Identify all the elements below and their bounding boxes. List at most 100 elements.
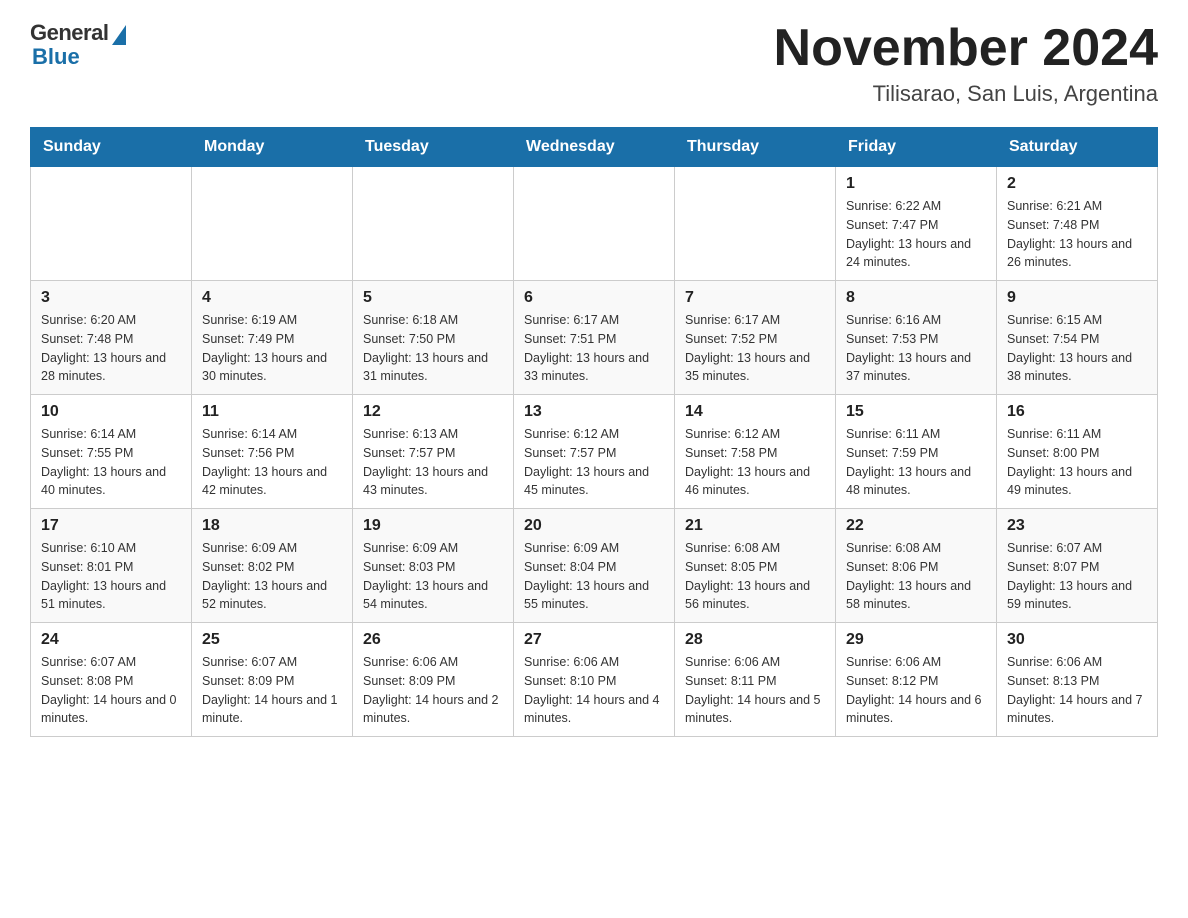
day-number: 3 xyxy=(41,289,181,307)
day-sun-info: Sunrise: 6:09 AMSunset: 8:04 PMDaylight:… xyxy=(524,539,664,614)
day-number: 20 xyxy=(524,517,664,535)
table-row: 23 Sunrise: 6:07 AMSunset: 8:07 PMDayligh… xyxy=(997,509,1158,623)
day-sun-info: Sunrise: 6:06 AMSunset: 8:10 PMDaylight:… xyxy=(524,653,664,728)
col-thursday: Thursday xyxy=(675,128,836,167)
day-number: 27 xyxy=(524,631,664,649)
day-number: 26 xyxy=(363,631,503,649)
day-sun-info: Sunrise: 6:20 AMSunset: 7:48 PMDaylight:… xyxy=(41,311,181,386)
day-number: 25 xyxy=(202,631,342,649)
calendar-week-row: 1Sunrise: 6:22 AMSunset: 7:47 PMDaylight… xyxy=(31,167,1158,281)
day-sun-info: Sunrise: 6:06 AMSunset: 8:09 PMDaylight:… xyxy=(363,653,503,728)
day-sun-info: Sunrise: 6:15 AMSunset: 7:54 PMDaylight:… xyxy=(1007,311,1147,386)
col-friday: Friday xyxy=(836,128,997,167)
table-row: 4 Sunrise: 6:19 AMSunset: 7:49 PMDaylight… xyxy=(192,281,353,395)
day-number: 22 xyxy=(846,517,986,535)
day-number: 28 xyxy=(685,631,825,649)
table-row: 26 Sunrise: 6:06 AMSunset: 8:09 PMDayligh… xyxy=(353,623,514,737)
table-row: 5 Sunrise: 6:18 AMSunset: 7:50 PMDaylight… xyxy=(353,281,514,395)
day-sun-info: Sunrise: 6:08 AMSunset: 8:05 PMDaylight:… xyxy=(685,539,825,614)
day-number: 30 xyxy=(1007,631,1147,649)
calendar-week-row: 17 Sunrise: 6:10 AMSunset: 8:01 PMDayligh… xyxy=(31,509,1158,623)
table-row: 21 Sunrise: 6:08 AMSunset: 8:05 PMDayligh… xyxy=(675,509,836,623)
logo: General Blue xyxy=(30,20,126,70)
table-row: 2Sunrise: 6:21 AMSunset: 7:48 PMDaylight… xyxy=(997,167,1158,281)
day-number: 18 xyxy=(202,517,342,535)
table-row: 30 Sunrise: 6:06 AMSunset: 8:13 PMDayligh… xyxy=(997,623,1158,737)
table-row: 9Sunrise: 6:15 AMSunset: 7:54 PMDaylight… xyxy=(997,281,1158,395)
col-sunday: Sunday xyxy=(31,128,192,167)
day-number: 1 xyxy=(846,175,986,193)
title-block: November 2024 Tilisarao, San Luis, Argen… xyxy=(774,20,1158,107)
table-row xyxy=(353,167,514,281)
day-sun-info: Sunrise: 6:12 AMSunset: 7:58 PMDaylight:… xyxy=(685,425,825,500)
day-number: 16 xyxy=(1007,403,1147,421)
table-row xyxy=(31,167,192,281)
table-row: 7 Sunrise: 6:17 AMSunset: 7:52 PMDaylight… xyxy=(675,281,836,395)
table-row: 10 Sunrise: 6:14 AMSunset: 7:55 PMDayligh… xyxy=(31,395,192,509)
day-sun-info: Sunrise: 6:10 AMSunset: 8:01 PMDaylight:… xyxy=(41,539,181,614)
col-saturday: Saturday xyxy=(997,128,1158,167)
day-sun-info: Sunrise: 6:13 AMSunset: 7:57 PMDaylight:… xyxy=(363,425,503,500)
col-wednesday: Wednesday xyxy=(514,128,675,167)
day-sun-info: Sunrise: 6:07 AMSunset: 8:09 PMDaylight:… xyxy=(202,653,342,728)
calendar-week-row: 3 Sunrise: 6:20 AMSunset: 7:48 PMDaylight… xyxy=(31,281,1158,395)
table-row: 28 Sunrise: 6:06 AMSunset: 8:11 PMDayligh… xyxy=(675,623,836,737)
day-sun-info: Sunrise: 6:18 AMSunset: 7:50 PMDaylight:… xyxy=(363,311,503,386)
table-row: 20 Sunrise: 6:09 AMSunset: 8:04 PMDayligh… xyxy=(514,509,675,623)
calendar-title: November 2024 xyxy=(774,20,1158,77)
table-row: 25 Sunrise: 6:07 AMSunset: 8:09 PMDayligh… xyxy=(192,623,353,737)
day-number: 8 xyxy=(846,289,986,307)
table-row: 24Sunrise: 6:07 AMSunset: 8:08 PMDayligh… xyxy=(31,623,192,737)
day-sun-info: Sunrise: 6:19 AMSunset: 7:49 PMDaylight:… xyxy=(202,311,342,386)
day-number: 10 xyxy=(41,403,181,421)
table-row: 14 Sunrise: 6:12 AMSunset: 7:58 PMDayligh… xyxy=(675,395,836,509)
table-row: 15 Sunrise: 6:11 AMSunset: 7:59 PMDayligh… xyxy=(836,395,997,509)
day-number: 11 xyxy=(202,403,342,421)
logo-general-text: General xyxy=(30,20,108,46)
table-row: 27 Sunrise: 6:06 AMSunset: 8:10 PMDayligh… xyxy=(514,623,675,737)
day-sun-info: Sunrise: 6:14 AMSunset: 7:55 PMDaylight:… xyxy=(41,425,181,500)
day-sun-info: Sunrise: 6:21 AMSunset: 7:48 PMDaylight:… xyxy=(1007,197,1147,272)
day-number: 19 xyxy=(363,517,503,535)
table-row: 19Sunrise: 6:09 AMSunset: 8:03 PMDayligh… xyxy=(353,509,514,623)
table-row: 6 Sunrise: 6:17 AMSunset: 7:51 PMDaylight… xyxy=(514,281,675,395)
col-monday: Monday xyxy=(192,128,353,167)
table-row: 16Sunrise: 6:11 AMSunset: 8:00 PMDayligh… xyxy=(997,395,1158,509)
day-number: 14 xyxy=(685,403,825,421)
day-sun-info: Sunrise: 6:11 AMSunset: 7:59 PMDaylight:… xyxy=(846,425,986,500)
day-number: 24 xyxy=(41,631,181,649)
table-row: 8 Sunrise: 6:16 AMSunset: 7:53 PMDaylight… xyxy=(836,281,997,395)
table-row xyxy=(675,167,836,281)
day-sun-info: Sunrise: 6:06 AMSunset: 8:11 PMDaylight:… xyxy=(685,653,825,728)
day-sun-info: Sunrise: 6:12 AMSunset: 7:57 PMDaylight:… xyxy=(524,425,664,500)
day-sun-info: Sunrise: 6:14 AMSunset: 7:56 PMDaylight:… xyxy=(202,425,342,500)
day-number: 5 xyxy=(363,289,503,307)
table-row: 1Sunrise: 6:22 AMSunset: 7:47 PMDaylight… xyxy=(836,167,997,281)
calendar-table: Sunday Monday Tuesday Wednesday Thursday… xyxy=(30,127,1158,737)
day-number: 15 xyxy=(846,403,986,421)
location-subtitle: Tilisarao, San Luis, Argentina xyxy=(774,81,1158,107)
day-number: 13 xyxy=(524,403,664,421)
table-row: 3 Sunrise: 6:20 AMSunset: 7:48 PMDaylight… xyxy=(31,281,192,395)
day-sun-info: Sunrise: 6:07 AMSunset: 8:07 PMDaylight:… xyxy=(1007,539,1147,614)
day-sun-info: Sunrise: 6:16 AMSunset: 7:53 PMDaylight:… xyxy=(846,311,986,386)
day-number: 4 xyxy=(202,289,342,307)
day-sun-info: Sunrise: 6:17 AMSunset: 7:51 PMDaylight:… xyxy=(524,311,664,386)
day-number: 21 xyxy=(685,517,825,535)
day-number: 12 xyxy=(363,403,503,421)
day-number: 23 xyxy=(1007,517,1147,535)
table-row: 13 Sunrise: 6:12 AMSunset: 7:57 PMDayligh… xyxy=(514,395,675,509)
day-number: 7 xyxy=(685,289,825,307)
day-number: 6 xyxy=(524,289,664,307)
logo-blue-text: Blue xyxy=(30,44,80,70)
calendar-week-row: 10 Sunrise: 6:14 AMSunset: 7:55 PMDayligh… xyxy=(31,395,1158,509)
day-sun-info: Sunrise: 6:17 AMSunset: 7:52 PMDaylight:… xyxy=(685,311,825,386)
table-row: 22Sunrise: 6:08 AMSunset: 8:06 PMDayligh… xyxy=(836,509,997,623)
table-row: 12 Sunrise: 6:13 AMSunset: 7:57 PMDayligh… xyxy=(353,395,514,509)
day-sun-info: Sunrise: 6:06 AMSunset: 8:13 PMDaylight:… xyxy=(1007,653,1147,728)
day-number: 17 xyxy=(41,517,181,535)
table-row xyxy=(514,167,675,281)
table-row: 29Sunrise: 6:06 AMSunset: 8:12 PMDayligh… xyxy=(836,623,997,737)
calendar-week-row: 24Sunrise: 6:07 AMSunset: 8:08 PMDayligh… xyxy=(31,623,1158,737)
page-header: General Blue November 2024 Tilisarao, Sa… xyxy=(30,20,1158,107)
